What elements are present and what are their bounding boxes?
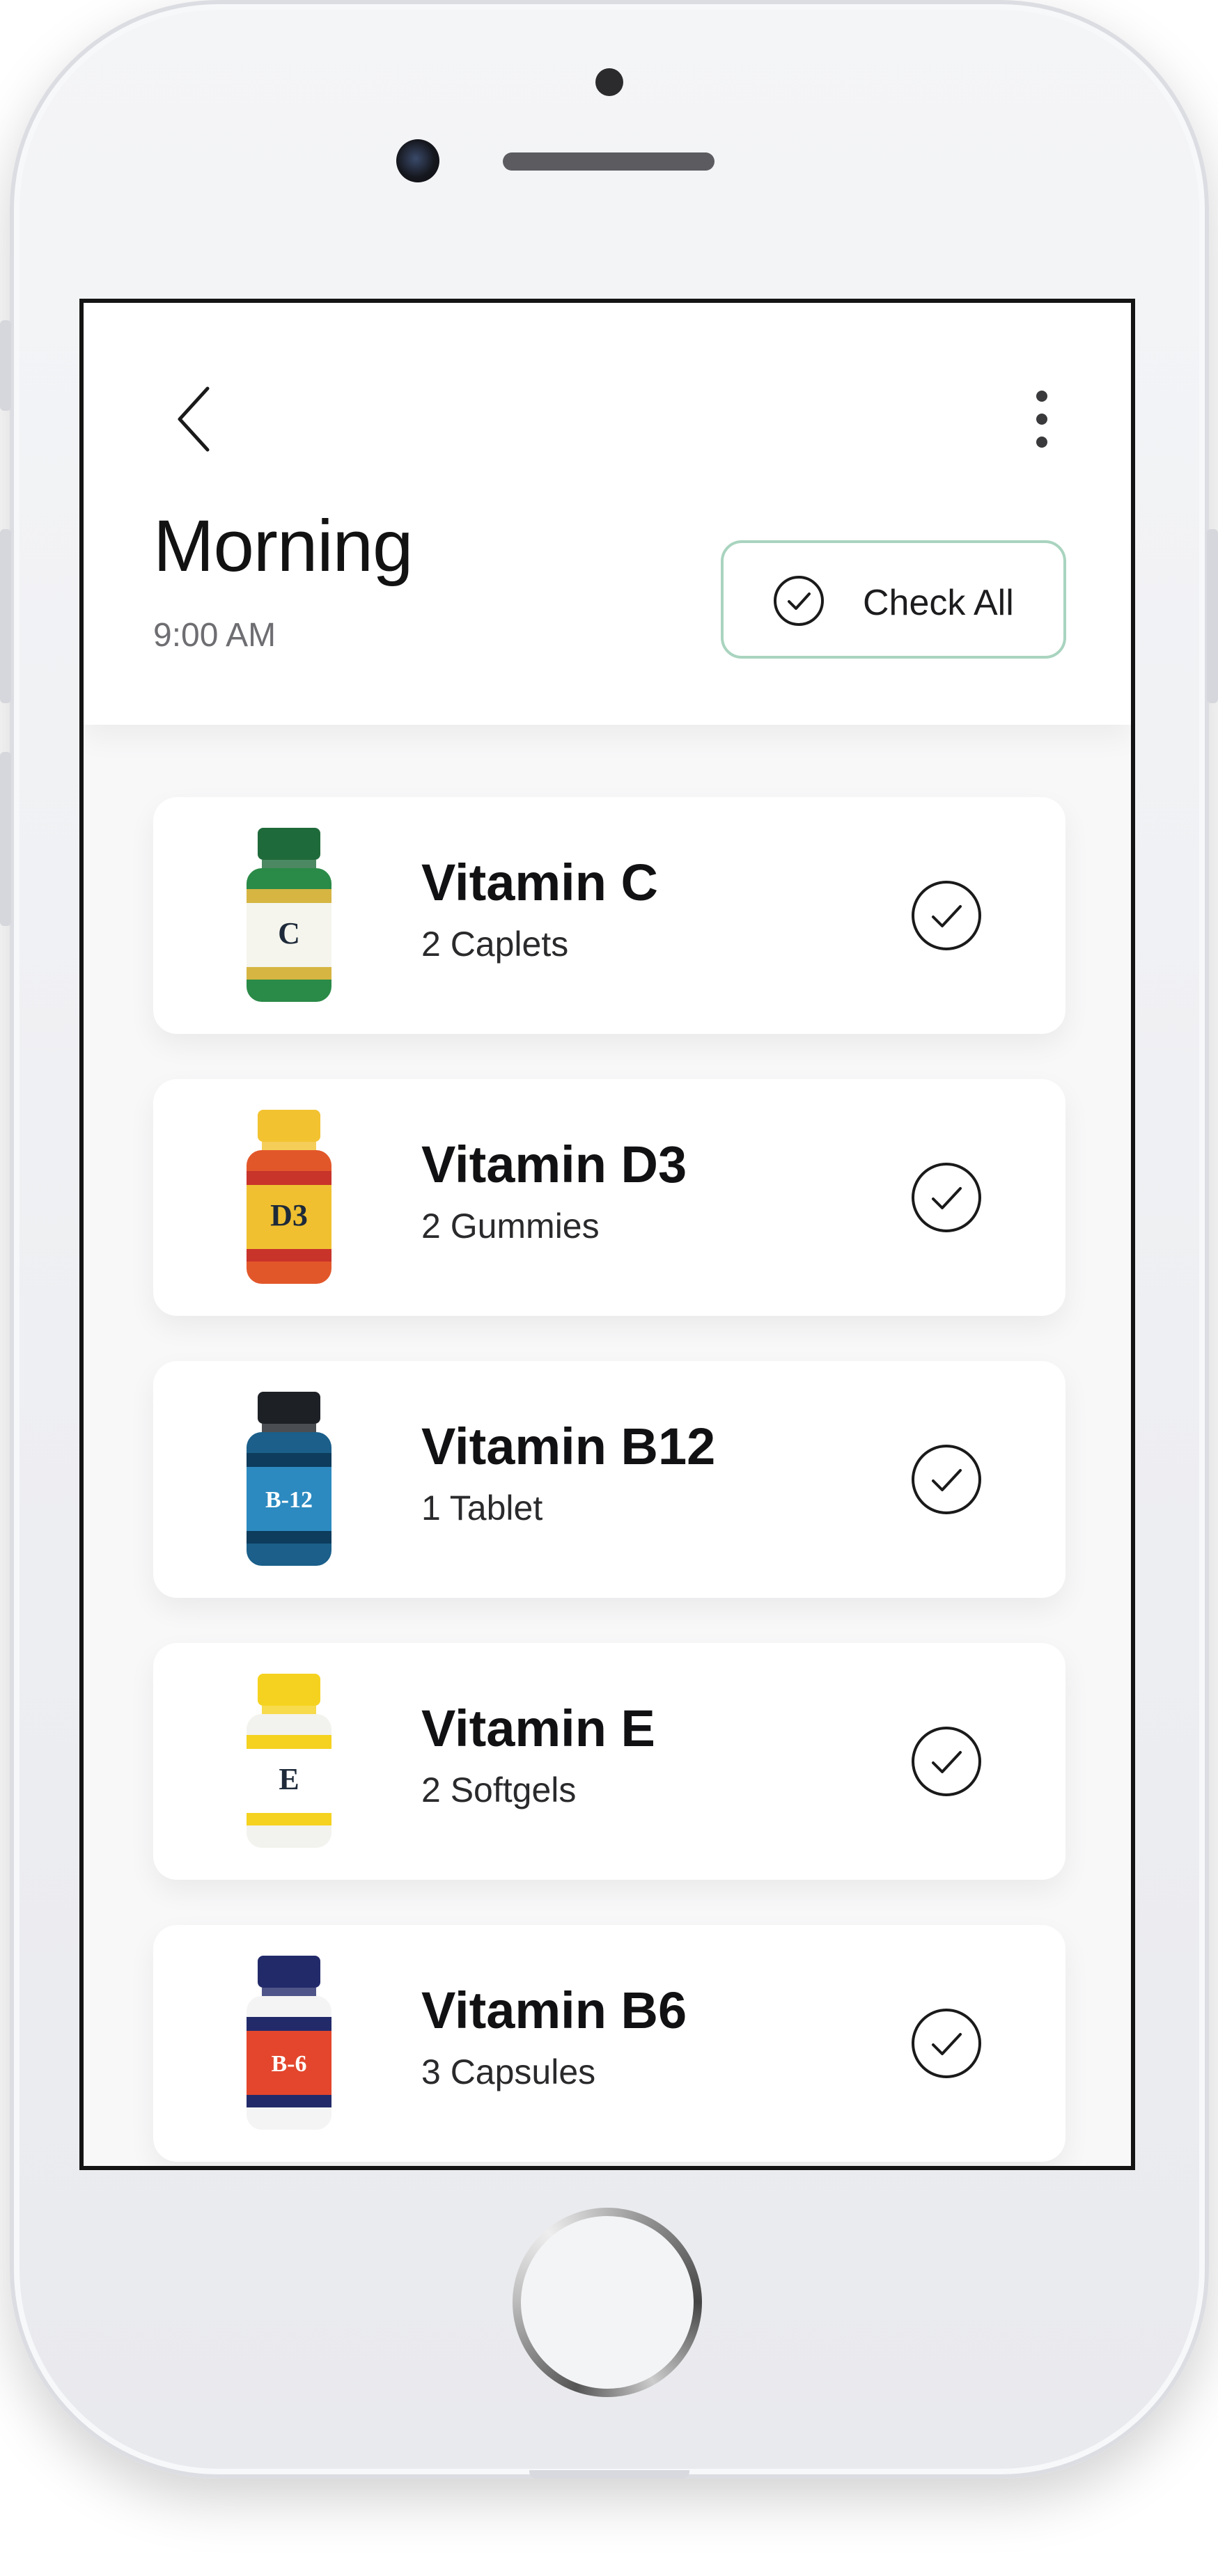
medication-name: Vitamin B6 <box>421 1981 687 2039</box>
volume-down-button <box>0 752 11 926</box>
svg-text:D3: D3 <box>270 1198 308 1232</box>
svg-text:B-6: B-6 <box>272 2051 307 2077</box>
medication-name: Vitamin B12 <box>421 1417 716 1475</box>
medication-dose: 2 Caplets <box>421 925 569 964</box>
check-all-button[interactable]: Check All <box>721 540 1066 659</box>
check-circle-icon[interactable] <box>909 879 983 952</box>
supplement-bottle-icon: D3 <box>247 1110 331 1284</box>
check-circle-icon[interactable] <box>909 1161 983 1234</box>
front-camera-icon <box>396 139 439 182</box>
svg-text:C: C <box>278 916 300 950</box>
medication-name: Vitamin E <box>421 1699 655 1757</box>
earpiece-speaker <box>503 152 715 171</box>
check-circle-icon[interactable] <box>909 1725 983 1798</box>
back-icon[interactable] <box>174 384 216 454</box>
schedule-header: Morning 9:00 AM Check All <box>84 303 1131 725</box>
medication-card[interactable]: B-6 Vitamin B6 3 Capsules <box>153 1925 1065 2162</box>
medication-dose: 2 Softgels <box>421 1770 577 1809</box>
medication-card[interactable]: C Vitamin C 2 Caplets <box>153 797 1065 1034</box>
home-button[interactable] <box>513 2208 702 2397</box>
mute-switch <box>0 320 11 411</box>
medication-name: Vitamin C <box>421 854 658 911</box>
power-button <box>1207 529 1218 703</box>
svg-text:E: E <box>279 1762 299 1796</box>
supplement-bottle-icon: E <box>247 1674 331 1848</box>
medication-dose: 2 Gummies <box>421 1207 600 1246</box>
check-circle-icon[interactable] <box>909 1443 983 1516</box>
check-all-label: Check All <box>863 583 1014 623</box>
more-vertical-icon[interactable] <box>1028 388 1056 450</box>
medication-card[interactable]: E Vitamin E 2 Softgels <box>153 1643 1065 1880</box>
page-title: Morning <box>153 505 413 587</box>
medication-name: Vitamin D3 <box>421 1136 687 1193</box>
volume-up-button <box>0 529 11 703</box>
home-button-face <box>521 2216 694 2389</box>
check-circle-icon <box>774 576 824 626</box>
check-circle-icon[interactable] <box>909 2006 983 2080</box>
phone-bottom-edge <box>529 2470 689 2479</box>
proximity-sensor <box>595 68 623 96</box>
supplement-bottle-icon: C <box>247 828 331 1002</box>
supplement-bottle-icon: B-12 <box>247 1392 331 1566</box>
medication-card[interactable]: B-12 Vitamin B12 1 Tablet <box>153 1361 1065 1598</box>
medication-dose: 1 Tablet <box>421 1489 543 1527</box>
medication-card[interactable]: D3 Vitamin D3 2 Gummies <box>153 1079 1065 1316</box>
app-screen: C Vitamin C 2 Caplets D3 Vitamin D3 2 Gummies… <box>79 299 1135 2170</box>
supplement-bottle-icon: B-6 <box>247 1956 331 2130</box>
medication-dose: 3 Capsules <box>421 2052 596 2091</box>
svg-text:B-12: B-12 <box>265 1487 313 1513</box>
schedule-time: 9:00 AM <box>153 617 276 654</box>
